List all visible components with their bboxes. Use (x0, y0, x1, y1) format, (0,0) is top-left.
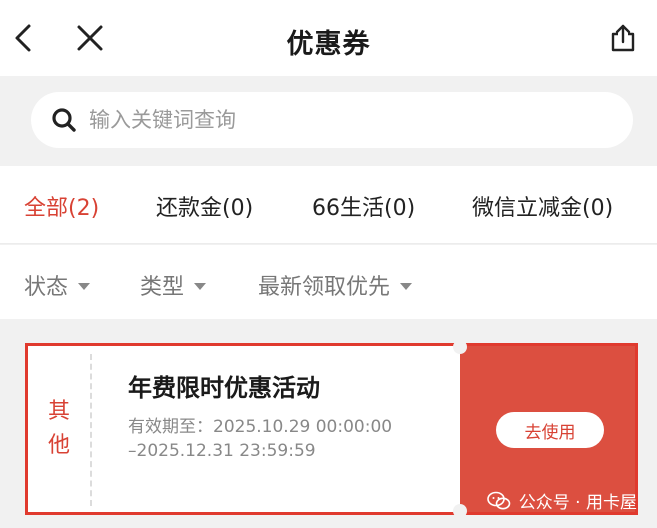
search-box[interactable] (31, 92, 633, 148)
use-coupon-button[interactable]: 去使用 (496, 412, 604, 448)
page-title: 优惠券 (286, 29, 371, 60)
filter-label: 最新领取优先 (258, 275, 391, 300)
filter-label: 类型 (140, 275, 185, 300)
coupon-category-char: 他 (47, 433, 70, 458)
validity-start: 有效期至：2025.10.29 00:00:00 (128, 417, 393, 437)
share-button[interactable] (603, 18, 643, 58)
filter-bar: 状态 类型 最新领取优先 (0, 245, 657, 319)
coupon-info: 年费限时优惠活动 有效期至：2025.10.29 00:00:00 –2025.… (128, 368, 458, 463)
tab-all[interactable]: 全部(2) (24, 190, 99, 222)
tab-repayment-credit[interactable]: 还款金(0) (156, 190, 253, 222)
caret-down-icon (194, 282, 207, 290)
caret-down-icon (78, 282, 91, 290)
filter-sort[interactable]: 最新领取优先 (258, 269, 413, 301)
filter-status[interactable]: 状态 (24, 269, 91, 301)
divider (90, 354, 92, 506)
search-area (0, 76, 657, 166)
filter-type[interactable]: 类型 (140, 269, 207, 301)
caret-down-icon (400, 282, 413, 290)
wechat-icon (486, 491, 511, 509)
category-tabs: 全部(2) 还款金(0) 66生活(0) 微信立减金(0) (0, 166, 657, 244)
share-icon (611, 24, 635, 52)
filter-label: 状态 (24, 275, 69, 300)
validity-end: –2025.12.31 23:59:59 (128, 441, 316, 461)
coupon-category: 其 他 (28, 346, 90, 512)
top-bar: 优惠券 (0, 0, 657, 76)
search-icon (52, 108, 76, 132)
coupon-notch (453, 340, 467, 354)
watermark-text: 公众号 · 用卡屋 (518, 493, 637, 513)
coupon-validity: 有效期至：2025.10.29 00:00:00 –2025.12.31 23:… (128, 415, 458, 463)
coupon-notch (453, 504, 467, 518)
coupon-category-char: 其 (47, 399, 70, 424)
tab-wechat-discount[interactable]: 微信立减金(0) (472, 190, 613, 222)
search-input[interactable] (89, 108, 589, 132)
tab-66-life[interactable]: 66生活(0) (312, 190, 415, 222)
watermark: 公众号 · 用卡屋 (486, 488, 637, 513)
coupon-name: 年费限时优惠活动 (128, 374, 320, 402)
